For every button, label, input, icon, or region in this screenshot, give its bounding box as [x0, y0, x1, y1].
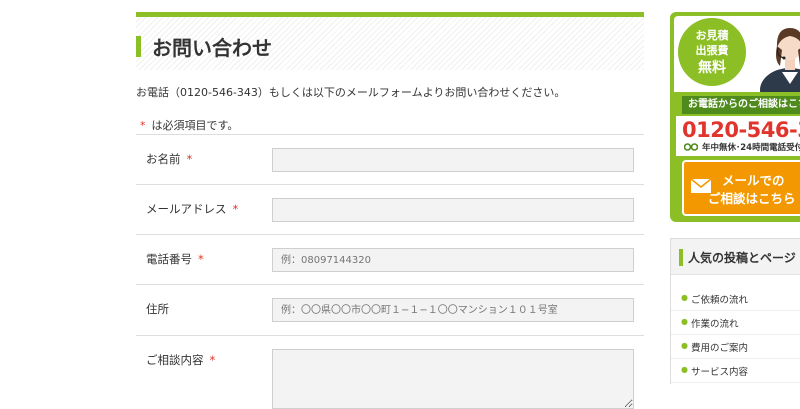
address-label: 住所 — [146, 302, 169, 316]
popular-item[interactable]: ● 費用のご案内 — [671, 335, 800, 359]
main-content: お問い合わせ お電話（0120-546-343）もしくは以下のメールフォームより… — [136, 0, 644, 409]
email-input[interactable] — [272, 198, 634, 222]
popular-item-label: 費用のご案内 — [691, 343, 749, 354]
phone-contact-ribbon: お電話からのご相談はこちら — [682, 96, 800, 114]
phone-number[interactable]: 0120-546-343 — [682, 118, 800, 142]
inquiry-label: ご相談内容 * — [146, 353, 216, 367]
inquiry-textarea[interactable] — [272, 349, 634, 409]
popular-item-label: サービス内容 — [691, 367, 749, 378]
form-row-phone: 電話番号 * — [136, 234, 644, 284]
popular-heading-mark — [679, 249, 683, 266]
page-title: お問い合わせ — [152, 36, 272, 60]
sidebar: お見積 出張費 無料 お電話からのご相談はこちら 0120-546-343 — [670, 0, 800, 384]
required-asterisk: * — [209, 353, 216, 367]
phone-hours: 年中無休･24時間電話受付 — [702, 143, 800, 153]
phone-label: 電話番号 * — [146, 252, 204, 266]
badge-line-1: お見積 — [695, 29, 729, 42]
form-row-name: お名前 * — [136, 134, 644, 184]
mail-button-line-1: メールでの — [722, 173, 785, 188]
required-asterisk: * — [140, 119, 146, 132]
popular-item-label: 作業の流れ — [691, 319, 739, 330]
popular-posts-header: 人気の投稿とページ — [671, 239, 800, 275]
required-asterisk: * — [186, 152, 193, 166]
bullet-icon: ● — [681, 341, 688, 350]
required-asterisk: * — [232, 202, 239, 216]
required-asterisk: * — [198, 252, 204, 266]
page-title-bar: お問い合わせ — [136, 12, 644, 70]
badge-line-3: 無料 — [698, 60, 726, 76]
required-note: * は必須項目です。 — [140, 117, 238, 133]
name-label: お名前 * — [146, 152, 193, 166]
email-label: メールアドレス * — [146, 202, 239, 216]
address-input[interactable] — [272, 298, 634, 322]
badge-line-2: 出張費 — [695, 44, 729, 57]
phone-box: 0120-546-343 年中無休･24時間電話受付 — [676, 116, 800, 156]
required-note-text: は必須項目です。 — [151, 119, 239, 132]
free-dial-icon — [684, 143, 698, 151]
popular-item[interactable]: ● 作業の流れ — [671, 311, 800, 335]
mail-contact-button[interactable]: メールでの ご相談はこちら — [682, 160, 800, 216]
title-accent-mark — [136, 36, 141, 57]
free-estimate-badge: お見積 出張費 無料 — [678, 18, 746, 86]
bullet-icon: ● — [681, 317, 688, 326]
popular-item-label: ご依頼の流れ — [691, 295, 749, 306]
form-row-inquiry: ご相談内容 * — [136, 335, 644, 409]
popular-item[interactable]: ● ご依頼の流れ — [671, 287, 800, 311]
popular-item[interactable]: ● サービス内容 — [671, 359, 800, 383]
operator-woman-image — [760, 28, 800, 92]
name-input[interactable] — [272, 148, 634, 172]
phone-input[interactable] — [272, 248, 634, 272]
mail-button-line-2: ご相談はこちら — [708, 191, 796, 206]
popular-posts-heading: 人気の投稿とページ — [688, 251, 796, 265]
form-row-email: メールアドレス * — [136, 184, 644, 234]
intro-text: お電話（0120-546-343）もしくは以下のメールフォームよりお問い合わせく… — [136, 86, 566, 99]
bullet-icon: ● — [681, 293, 688, 302]
bullet-icon: ● — [681, 365, 688, 374]
form-row-address: 住所 — [136, 284, 644, 334]
popular-posts-widget: 人気の投稿とページ ● ご依頼の流れ ● 作業の流れ ● 費用のご案内 ● サー… — [670, 238, 800, 384]
contact-promo-banner[interactable]: お見積 出張費 無料 お電話からのご相談はこちら 0120-546-343 — [670, 12, 800, 222]
promo-header: お見積 出張費 無料 — [674, 16, 800, 92]
